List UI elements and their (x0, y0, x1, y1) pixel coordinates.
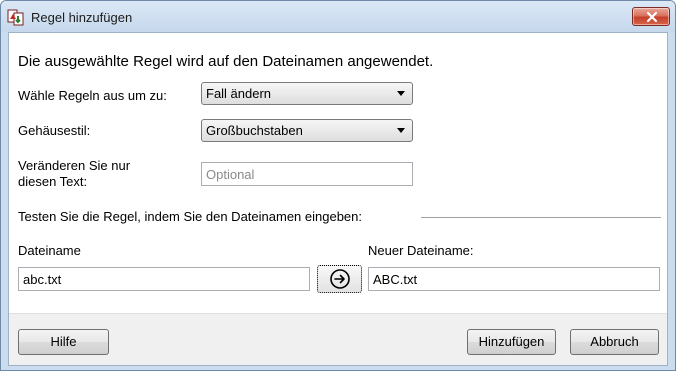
title-bar[interactable]: Regel hinzufügen (1, 1, 675, 32)
rule-select[interactable]: Fall ändern (201, 82, 413, 105)
section-divider (421, 217, 661, 218)
case-style-select-value: Großbuchstaben (206, 123, 303, 138)
rename-rule-icon (7, 8, 25, 26)
close-button[interactable] (632, 7, 670, 26)
cancel-button[interactable]: Abbruch (570, 329, 659, 355)
new-filename-label: Neuer Dateiname: (368, 243, 474, 258)
only-text-label-line1: Veränderen Sie nur (18, 158, 131, 173)
filename-value: abc.txt (23, 272, 62, 287)
test-section-label: Testen Sie die Regel, indem Sie den Date… (18, 209, 363, 224)
filename-input[interactable]: abc.txt (18, 267, 310, 291)
convert-button[interactable] (317, 265, 362, 293)
dropdown-arrow-icon (397, 128, 405, 133)
window-title: Regel hinzufügen (31, 10, 133, 25)
arrow-right-circle-icon (330, 269, 350, 289)
only-text-label: Veränderen Sie nur diesen Text: (18, 158, 130, 190)
help-button[interactable]: Hilfe (18, 329, 109, 355)
add-button[interactable]: Hinzufügen (467, 329, 556, 355)
case-style-label: Gehäusestil: (18, 123, 91, 138)
new-filename-value: ABC.txt (373, 272, 418, 287)
dropdown-arrow-icon (397, 91, 405, 96)
rule-select-value: Fall ändern (206, 86, 272, 101)
close-x-icon (646, 11, 658, 23)
only-text-input[interactable]: Optional (201, 162, 413, 186)
only-text-label-line2: diesen Text: (18, 174, 88, 189)
dialog-footer: Hilfe Hinzufügen Abbruch (9, 313, 667, 365)
rule-label: Wähle Regeln aus um zu: (18, 88, 167, 103)
dialog-window: Regel hinzufügen Die ausgewählte Regel w… (0, 0, 676, 371)
dialog-heading: Die ausgewählte Regel wird auf den Datei… (18, 53, 434, 70)
only-text-placeholder: Optional (206, 167, 255, 182)
new-filename-output[interactable]: ABC.txt (368, 267, 660, 291)
filename-label: Dateiname (18, 243, 81, 258)
case-style-select[interactable]: Großbuchstaben (201, 119, 413, 142)
dialog-content: Die ausgewählte Regel wird auf den Datei… (8, 32, 668, 366)
